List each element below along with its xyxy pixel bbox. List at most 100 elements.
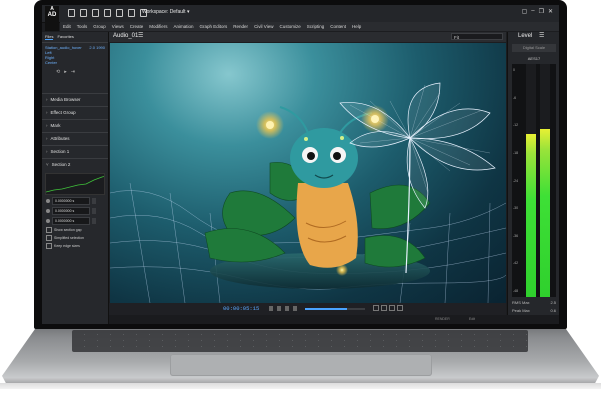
folder-icon[interactable] [128,9,135,17]
play-icon[interactable]: ▸ [64,69,67,75]
value-input[interactable]: 0.0000000 s [52,217,90,225]
tab-favorites[interactable]: Favorites [57,34,73,40]
menu-item[interactable]: Modifiers [146,22,170,31]
link-icon[interactable]: ⟲ [56,69,60,75]
menu-item[interactable]: Content [327,22,349,31]
meter-tick-label: -30 [513,206,519,211]
section-media-browser[interactable]: › Media Browser [42,93,108,106]
render-viewport[interactable] [110,43,506,303]
checkbox-icon [46,243,52,249]
close-icon[interactable]: ✕ [548,8,553,15]
value-input[interactable]: 0.0000000 s [52,207,90,215]
menu-item[interactable]: Civil View [251,22,276,31]
tab-files[interactable]: Files [45,34,54,40]
menu-item[interactable]: Render [230,22,251,31]
hamburger-menu-icon[interactable]: ☰ [138,32,143,39]
section-mark[interactable]: › Mark [42,119,108,132]
view-mode-buttons [373,305,403,311]
step-forward-icon[interactable] [293,306,297,311]
meter-tick-label: -24 [513,178,519,183]
menu-item[interactable]: Views [109,22,127,31]
meter-scale: 0 -6 -12 -18 -24 -30 -36 -42 -48 [512,64,522,297]
view-mode-icon[interactable] [381,305,387,311]
skip-back-icon[interactable] [269,306,273,311]
meter-standard-label: AES17 [527,56,541,61]
view-mode-icon[interactable] [373,305,379,311]
keyframe-icon[interactable] [46,199,50,203]
section-label: Effect Group [50,110,76,115]
menu-item[interactable]: Customize [276,22,303,31]
peak-readout: Peak Max 0.6 [512,308,556,313]
menu-item[interactable]: Scripting [304,22,328,31]
chevron-right-icon: › [46,136,48,141]
quick-access-toolbar [68,9,147,17]
view-mode-icon[interactable] [397,305,403,311]
new-file-icon[interactable] [68,9,75,17]
hamburger-menu-icon[interactable]: ☰ [539,32,544,39]
section-effect-group[interactable]: › Effect Group [42,106,108,119]
undo-icon[interactable] [104,9,111,17]
keyframe-icon[interactable] [46,219,50,223]
option-checkbox[interactable]: Keep edge sizes [46,243,104,249]
value-field: 0.0000000 s [46,197,104,205]
tree-item[interactable]: Center [45,60,105,65]
checkbox-label: Keep edge sizes [54,244,80,248]
zoom-fit-select[interactable]: Fit [451,33,503,40]
minimize-icon[interactable]: – [531,8,534,15]
peak-label: Peak Max [512,308,530,313]
level-title: Level [518,33,533,39]
chevron-right-icon: › [46,110,48,115]
meter-tick-label: 0 [513,68,515,72]
menu-item[interactable]: Help [349,22,364,31]
chevron-right-icon: › [46,97,48,102]
menu-item[interactable]: Graph Editors [197,22,231,31]
view-mode-icon[interactable] [389,305,395,311]
screen: A AD Workspace: Default ▾ ▢ – ❐ ✕ Edit T… [42,5,559,324]
menu-item[interactable]: Edit [60,22,74,31]
restore-icon[interactable]: ❐ [539,8,544,15]
transport-controls [269,306,297,311]
open-file-icon[interactable] [80,9,87,17]
export-icon[interactable]: ⇥ [71,69,75,75]
value-input[interactable]: 0.0000000 s [52,197,90,205]
peak-value: 0.6 [550,308,556,313]
chevron-right-icon: › [46,149,48,154]
save-icon[interactable] [92,9,99,17]
title-bar: A AD Workspace: Default ▾ ▢ – ❐ ✕ [42,5,559,31]
stepper-icon[interactable] [92,198,96,204]
tree-item-name: Center [45,60,58,65]
playback-progress[interactable] [305,308,365,310]
workspace-selector[interactable]: Workspace: Default ▾ [142,9,189,15]
section-1[interactable]: › Section 1 [42,145,108,158]
curve-graph[interactable] [45,173,105,195]
touchpad [170,354,432,376]
step-back-icon[interactable] [277,306,281,311]
section-2[interactable]: ˅ Section 2 [42,158,108,171]
checkbox-label: Simplified selection [54,236,84,240]
chevron-down-icon: ▾ [186,9,190,15]
tree-item[interactable]: Station_audio_hover 2.0 1990 [45,45,105,50]
option-checkbox[interactable]: Show section gap [46,227,104,233]
section-attributes[interactable]: › Attributes [42,132,108,145]
maximize-icon[interactable]: ▢ [522,8,528,15]
play-icon[interactable] [285,306,289,311]
rms-readout: RMS Max 2.5 [512,300,556,305]
menu-bar: Edit Tools Group Views Create Modifiers … [60,22,559,31]
menu-item[interactable]: Animation [171,22,197,31]
digital-scale-button[interactable]: Digital Scale [512,44,556,52]
rms-value: 2.5 [550,300,556,305]
checkbox-icon [46,235,52,241]
rms-label: RMS Max [512,300,530,305]
menu-item[interactable]: Group [90,22,109,31]
keyframe-icon[interactable] [46,209,50,213]
value-field: 0.0000000 s [46,207,104,215]
option-checkbox[interactable]: Simplified selection [46,235,104,241]
menu-item[interactable]: Create [127,22,147,31]
redo-icon[interactable] [116,9,123,17]
file-tree: Station_audio_hover 2.0 1990 Left Right … [42,43,108,67]
meter-tick-label: -42 [513,261,519,266]
stepper-icon[interactable] [92,218,96,224]
menu-item[interactable]: Tools [74,22,91,31]
stepper-icon[interactable] [92,208,96,214]
curve-graph-plot [46,176,104,193]
